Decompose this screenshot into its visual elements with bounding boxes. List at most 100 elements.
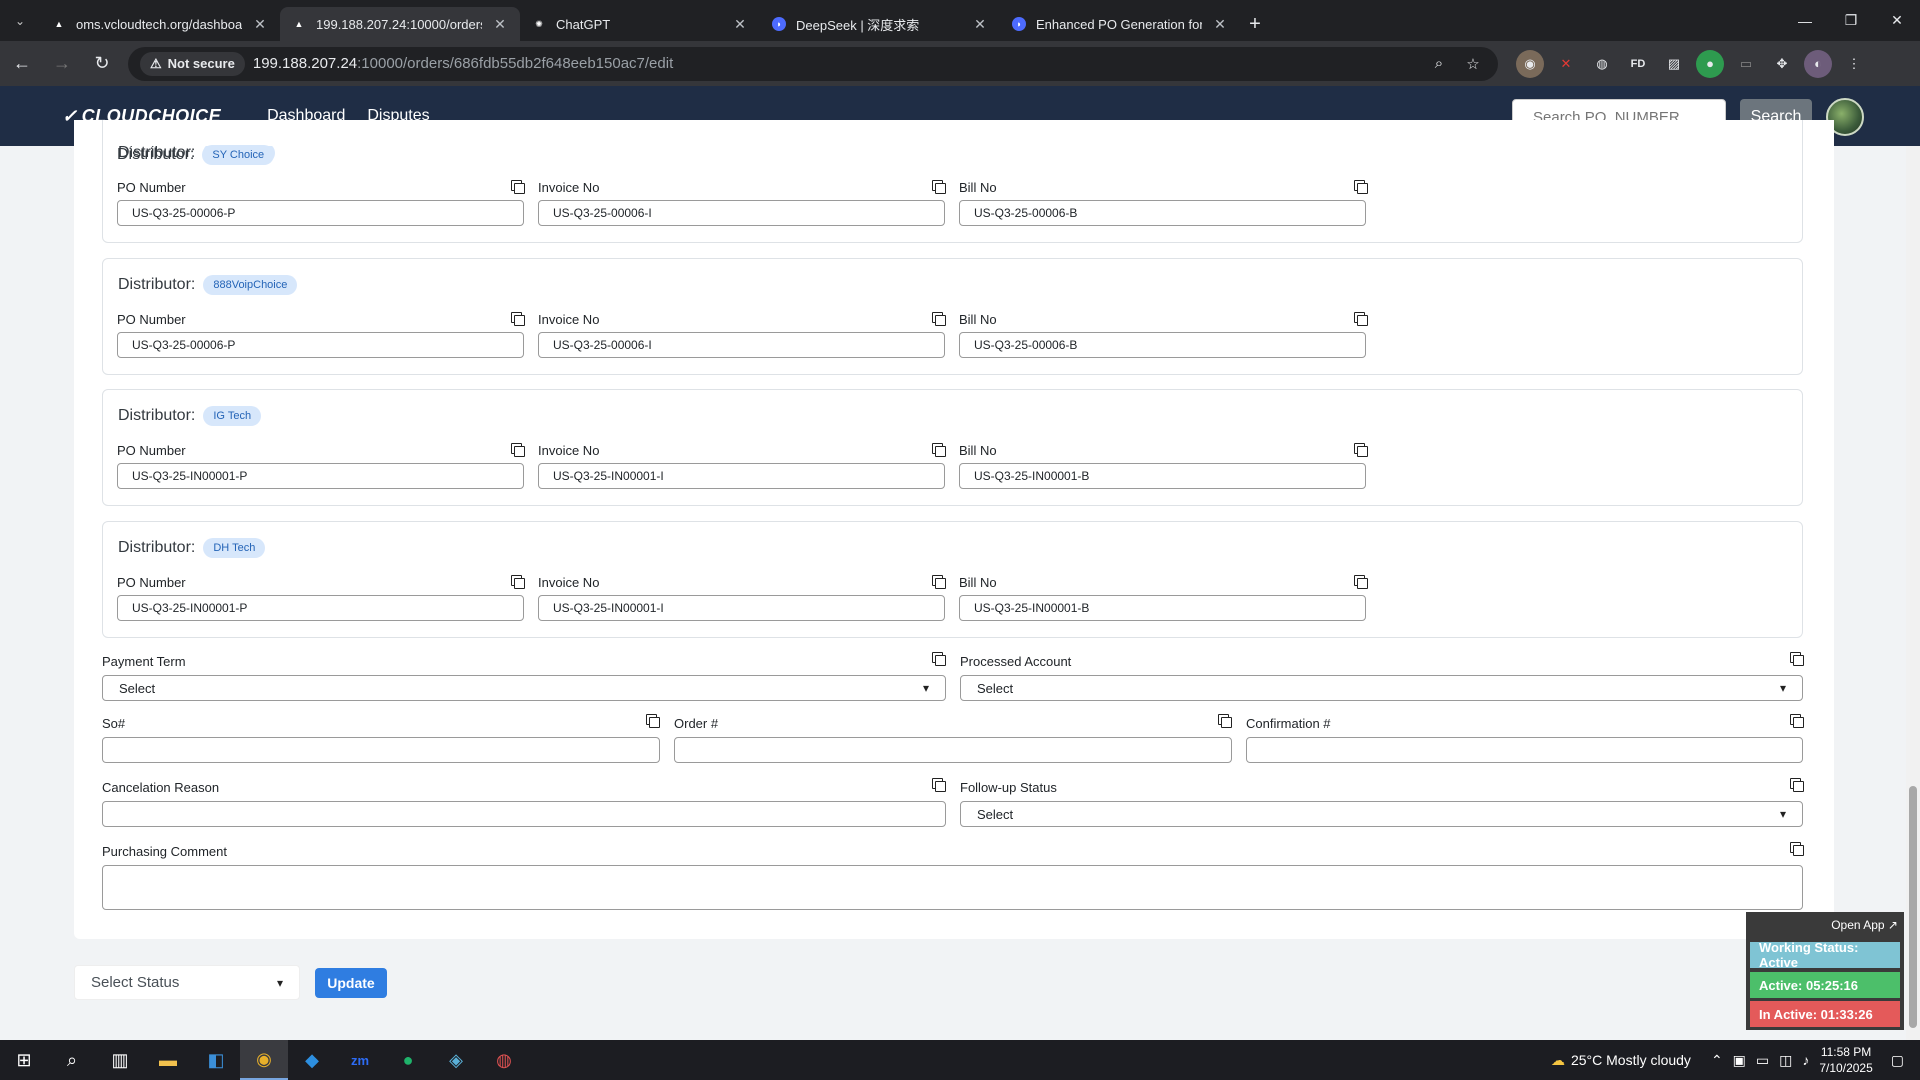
- copy-icon[interactable]: [511, 575, 525, 589]
- omnibox[interactable]: ⚠ Not secure 199.188.207.24:10000/orders…: [128, 46, 1498, 81]
- extension-image-icon[interactable]: ▨: [1660, 50, 1688, 78]
- open-app-link[interactable]: Open App ↗: [1831, 918, 1898, 932]
- copy-icon[interactable]: [1790, 652, 1804, 666]
- extension-screen-icon[interactable]: ▭: [1732, 50, 1760, 78]
- browser-tab[interactable]: ✺ ChatGPT ✕: [520, 7, 760, 41]
- update-button[interactable]: Update: [315, 968, 387, 998]
- volume-icon[interactable]: ♪: [1802, 1052, 1809, 1068]
- extension-fd-icon[interactable]: FD: [1624, 50, 1652, 78]
- browser-tab[interactable]: ◗ DeepSeek | 深度求索 ✕: [760, 7, 1000, 41]
- restore-icon[interactable]: ❐: [1828, 0, 1874, 41]
- po-number-input[interactable]: [117, 463, 524, 489]
- invoice-no-input[interactable]: [538, 332, 945, 358]
- order-number-input[interactable]: [674, 737, 1232, 763]
- copy-icon[interactable]: [1354, 180, 1368, 194]
- network-icon[interactable]: ◫: [1779, 1052, 1792, 1069]
- copy-icon[interactable]: [511, 443, 525, 457]
- back-arrow-icon[interactable]: ←: [4, 46, 40, 82]
- weather-cloud-icon[interactable]: ☁: [1551, 1052, 1565, 1069]
- copy-icon[interactable]: [1354, 443, 1368, 457]
- tray-apps-icon[interactable]: ▣: [1733, 1052, 1746, 1069]
- chevron-up-icon[interactable]: ⌃: [1711, 1052, 1723, 1069]
- green-app-icon[interactable]: ●: [384, 1040, 432, 1080]
- new-tab-plus-icon[interactable]: +: [1240, 7, 1270, 41]
- close-icon[interactable]: ✕: [252, 16, 268, 33]
- followup-status-select[interactable]: Select ▾: [960, 801, 1803, 827]
- copy-icon[interactable]: [932, 180, 946, 194]
- windows-start-icon[interactable]: ⊞: [0, 1040, 48, 1080]
- close-icon[interactable]: ✕: [1212, 16, 1228, 33]
- security-chip[interactable]: ⚠ Not secure: [140, 51, 245, 76]
- forward-arrow-icon[interactable]: →: [44, 46, 80, 82]
- close-icon[interactable]: ✕: [732, 16, 748, 33]
- tab-search-icon[interactable]: ⌄: [0, 0, 40, 41]
- extension-x-icon[interactable]: ✕: [1552, 50, 1580, 78]
- copy-icon[interactable]: [1218, 714, 1232, 728]
- extension-green-icon[interactable]: ●: [1696, 49, 1724, 78]
- confirmation-input[interactable]: [1246, 737, 1803, 763]
- copy-icon[interactable]: [1790, 714, 1804, 728]
- browser-tab-active[interactable]: ▲ 199.188.207.24:10000/orders/6 ✕: [280, 7, 520, 41]
- copy-icon[interactable]: [932, 312, 946, 326]
- chevron-down-icon: ▾: [922, 681, 929, 695]
- store-icon[interactable]: ◧: [192, 1040, 240, 1080]
- bill-no-input[interactable]: [959, 463, 1366, 489]
- minimize-icon[interactable]: —: [1782, 0, 1828, 41]
- cyan-app-icon[interactable]: ◈: [432, 1040, 480, 1080]
- cancelation-reason-input[interactable]: [102, 801, 946, 827]
- profile-avatar-icon[interactable]: ◐: [1804, 49, 1832, 78]
- invoice-no-input[interactable]: [538, 200, 945, 226]
- payment-term-select[interactable]: Select ▾: [102, 675, 946, 701]
- url-text[interactable]: 199.188.207.24:10000/orders/686fdb55db2f…: [253, 55, 1418, 72]
- so-input[interactable]: [102, 737, 660, 763]
- chrome-icon[interactable]: ◉: [240, 1040, 288, 1080]
- reload-icon[interactable]: ↻: [84, 46, 120, 82]
- copy-icon[interactable]: [511, 312, 525, 326]
- copy-icon[interactable]: [1790, 842, 1804, 856]
- close-icon[interactable]: ✕: [492, 16, 508, 33]
- copy-icon[interactable]: [932, 778, 946, 792]
- tab-title: ChatGPT: [556, 16, 611, 32]
- po-number-input[interactable]: [117, 200, 524, 226]
- copy-icon[interactable]: [932, 443, 946, 457]
- red-app-icon[interactable]: ◍: [480, 1040, 528, 1080]
- scrollbar-thumb[interactable]: [1909, 786, 1917, 1028]
- invoice-no-input[interactable]: [538, 463, 945, 489]
- extension-face-icon[interactable]: ◉: [1516, 49, 1544, 78]
- vscode-icon[interactable]: ◆: [288, 1040, 336, 1080]
- notification-icon[interactable]: ▢: [1891, 1052, 1904, 1069]
- battery-icon[interactable]: ▭: [1756, 1052, 1769, 1069]
- processed-account-select[interactable]: Select ▾: [960, 675, 1803, 701]
- browser-tab[interactable]: ◗ Enhanced PO Generation for M ✕: [1000, 7, 1240, 41]
- copy-icon[interactable]: [932, 652, 946, 666]
- copy-icon[interactable]: [1790, 778, 1804, 792]
- bill-no-input[interactable]: [959, 332, 1366, 358]
- bill-no-input[interactable]: [959, 595, 1366, 621]
- bill-no-input[interactable]: [959, 200, 1366, 226]
- clock[interactable]: 11:58 PM 7/10/2025: [1819, 1044, 1872, 1076]
- status-select[interactable]: Select Status ▾: [74, 965, 300, 1000]
- task-view-icon[interactable]: ▥: [96, 1040, 144, 1080]
- extension-globe-icon[interactable]: ◍: [1588, 50, 1616, 78]
- weather-text[interactable]: 25°C Mostly cloudy: [1571, 1052, 1691, 1068]
- star-icon[interactable]: ☆: [1460, 55, 1486, 73]
- po-number-input[interactable]: [117, 332, 524, 358]
- chrome-menu-icon[interactable]: ⋮: [1840, 50, 1868, 78]
- copy-icon[interactable]: [1354, 575, 1368, 589]
- extensions-puzzle-icon[interactable]: ✥: [1768, 50, 1796, 78]
- po-number-input[interactable]: [117, 595, 524, 621]
- zoom-icon[interactable]: ⌕: [1426, 55, 1452, 72]
- close-icon[interactable]: ✕: [972, 16, 988, 33]
- close-window-icon[interactable]: ✕: [1874, 0, 1920, 41]
- copy-icon[interactable]: [511, 180, 525, 194]
- zoom-app-icon[interactable]: zm: [336, 1040, 384, 1080]
- page-scrollbar[interactable]: [1906, 146, 1920, 1040]
- copy-icon[interactable]: [646, 714, 660, 728]
- file-explorer-icon[interactable]: ▬: [144, 1040, 192, 1080]
- copy-icon[interactable]: [932, 575, 946, 589]
- browser-tab[interactable]: ▲ oms.vcloudtech.org/dashboard ✕: [40, 7, 280, 41]
- search-icon[interactable]: ⌕: [48, 1040, 96, 1080]
- invoice-no-input[interactable]: [538, 595, 945, 621]
- copy-icon[interactable]: [1354, 312, 1368, 326]
- purchasing-comment-textarea[interactable]: [102, 865, 1803, 910]
